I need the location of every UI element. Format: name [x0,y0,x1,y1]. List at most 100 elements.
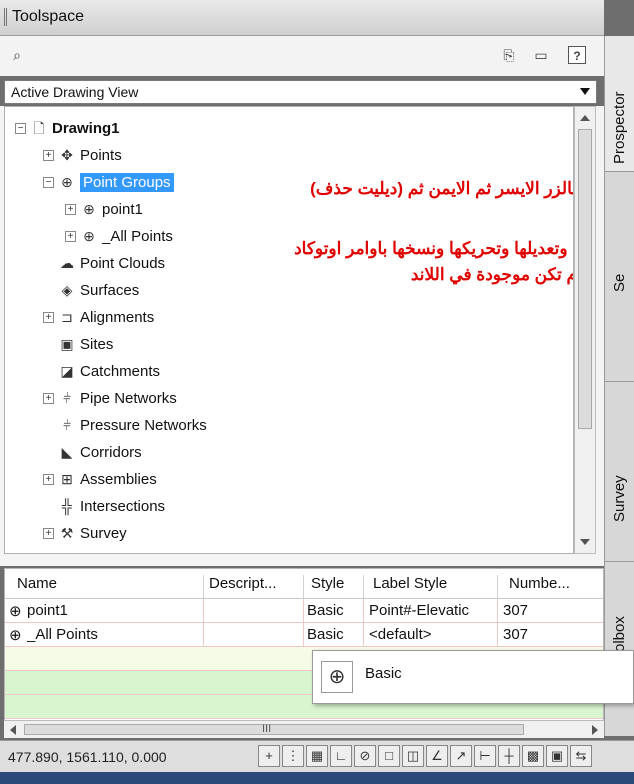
prospector-tree: − 🗋 Drawing1 + ✥ Points − ⊕ Point Groups… [4,106,574,554]
column-header-name[interactable]: Name [17,575,57,592]
expand-toggle-icon[interactable]: + [43,392,54,404]
dyn-icon[interactable]: ⊢ [474,745,496,767]
grid-icon[interactable]: ⋮ [282,745,304,767]
cell-number: 307 [503,602,529,619]
cell-name: point1 [27,602,68,619]
table-row[interactable]: ⊕ point1 Basic Point#-Elevatic 307 [5,599,603,623]
tree-label: Sites [80,335,114,353]
lineweight-icon[interactable]: ┼ [498,745,520,767]
selection-cycling-icon[interactable]: ⇆ [570,745,592,767]
site-icon: ▣ [60,336,74,352]
expand-toggle-icon[interactable]: + [43,473,54,485]
tree-item-intersections[interactable]: ╬ Intersections [58,494,165,518]
pipe-network-icon: ⫩ [62,390,72,406]
point-group-icon: ⊕ [83,201,95,217]
tree-label: Survey [80,524,127,542]
column-header-description[interactable]: Descript... [209,575,277,592]
tree-label: Points [80,146,122,164]
tree-root-drawing1[interactable]: − 🗋 Drawing1 [15,116,120,140]
column-header-number[interactable]: Numbe... [509,575,570,592]
tree-item-point1[interactable]: + ⊕ point1 [65,197,143,221]
snap-icon[interactable]: + [258,745,280,767]
tree-vertical-scrollbar[interactable] [574,106,596,554]
tree-label: Catchments [80,362,161,380]
coordinate-readout: 477.890, 1561.110, 0.000 [8,749,167,765]
quick-properties-icon[interactable]: ▣ [546,745,568,767]
tree-item-corridors[interactable]: ◣ Corridors [58,440,142,464]
assembly-icon: ⊞ [61,471,73,487]
collapse-toggle-icon[interactable]: − [43,176,54,188]
grid-display-icon[interactable]: ▦ [306,745,328,767]
polar-icon[interactable]: ⊘ [354,745,376,767]
column-header-label-style[interactable]: Label Style [373,575,447,592]
tree-item-all-points[interactable]: + ⊕ _All Points [65,224,173,248]
tree-item-sites[interactable]: ▣ Sites [58,332,113,356]
scroll-thumb[interactable] [24,724,524,735]
expand-toggle-icon[interactable]: + [65,203,76,215]
expand-toggle-icon[interactable]: + [43,527,54,539]
points-icon: ✥ [61,147,73,163]
tab-settings[interactable]: Se [605,172,634,382]
help-icon[interactable]: ? [568,46,586,64]
3d-osnap-icon[interactable]: ◫ [402,745,424,767]
point-cloud-icon: ☁ [60,255,74,271]
tab-settings-label: Se [611,273,628,292]
tree-item-catchments[interactable]: ◪ Catchments [58,359,160,383]
scroll-down-icon[interactable] [580,539,590,545]
scroll-right-icon[interactable] [592,725,598,735]
tree-label: Alignments [80,308,155,326]
point-group-icon: ⊕ [61,174,73,190]
scroll-left-icon[interactable] [10,725,16,735]
search-icon[interactable]: ⌕ [8,46,26,64]
copy-icon[interactable]: ⎘ [500,46,518,64]
collapse-toggle-icon[interactable]: − [15,122,26,134]
tree-item-survey[interactable]: + ⚒ Survey [43,521,127,545]
tree-item-alignments[interactable]: + ⊐ Alignments [43,305,154,329]
ortho-icon[interactable]: ∟ [330,745,352,767]
tree-item-surfaces[interactable]: ◈ Surfaces [58,278,140,302]
table-row[interactable]: ⊕ _All Points Basic <default> 307 [5,623,603,647]
toolspace-titlebar[interactable]: Toolspace [0,0,604,36]
scroll-up-icon[interactable] [580,115,590,121]
tab-survey[interactable]: Survey [605,382,634,562]
panel-icon[interactable]: ▭ [532,46,550,64]
chevron-down-icon[interactable] [580,88,590,95]
tree-item-pipe-networks[interactable]: + ⫩ Pipe Networks [43,386,177,410]
tree-item-assemblies[interactable]: + ⊞ Assemblies [43,467,157,491]
expand-toggle-icon[interactable]: + [43,149,54,161]
list-horizontal-scrollbar[interactable]: III [4,720,604,738]
survey-icon: ⚒ [60,525,74,541]
ducs-icon[interactable]: ↗ [450,745,472,767]
toolbar: ⌕ ⎘ ▭ ? [0,36,604,76]
osnap-icon[interactable]: □ [378,745,400,767]
tree-label: _All Points [102,227,173,245]
transparency-icon[interactable]: ▩ [522,745,544,767]
point-group-icon: ⊕ [83,228,95,244]
list-header: Name Descript... Style Label Style Numbe… [5,569,603,605]
tree-label: Point Clouds [80,254,166,272]
tree-item-point-groups[interactable]: − ⊕ Point Groups [43,170,174,194]
prospector-panel: − 🗋 Drawing1 + ✥ Points − ⊕ Point Groups… [0,106,604,566]
tab-prospector[interactable]: Prospector [605,36,634,172]
style-dropdown-popup[interactable]: ⊕ Basic [312,650,634,704]
tree-item-points[interactable]: + ✥ Points [43,143,122,167]
tree-label: Surfaces [80,281,140,299]
otrack-icon[interactable]: ∠ [426,745,448,767]
side-tabs: Prospector Se Survey olbox [604,36,634,736]
tab-toolbox-label: olbox [611,616,628,652]
expand-toggle-icon[interactable]: + [65,230,76,242]
catchment-icon: ◪ [60,363,74,379]
expand-toggle-icon[interactable]: + [43,311,54,323]
tree-item-pressure-networks[interactable]: ⫩ Pressure Networks [58,413,207,437]
view-dropdown[interactable]: Active Drawing View [4,80,597,104]
tree-label: point1 [102,200,143,218]
tree-label: Pipe Networks [80,389,177,407]
tree-item-point-clouds[interactable]: ☁ Point Clouds [58,251,165,275]
tree-label: Corridors [80,443,142,461]
windows-taskbar [0,772,634,784]
popup-option-basic[interactable]: Basic [365,665,402,682]
column-header-style[interactable]: Style [311,575,344,592]
cell-name: _All Points [27,626,98,643]
scroll-thumb[interactable] [578,129,592,429]
drag-grip-icon[interactable] [4,8,7,26]
